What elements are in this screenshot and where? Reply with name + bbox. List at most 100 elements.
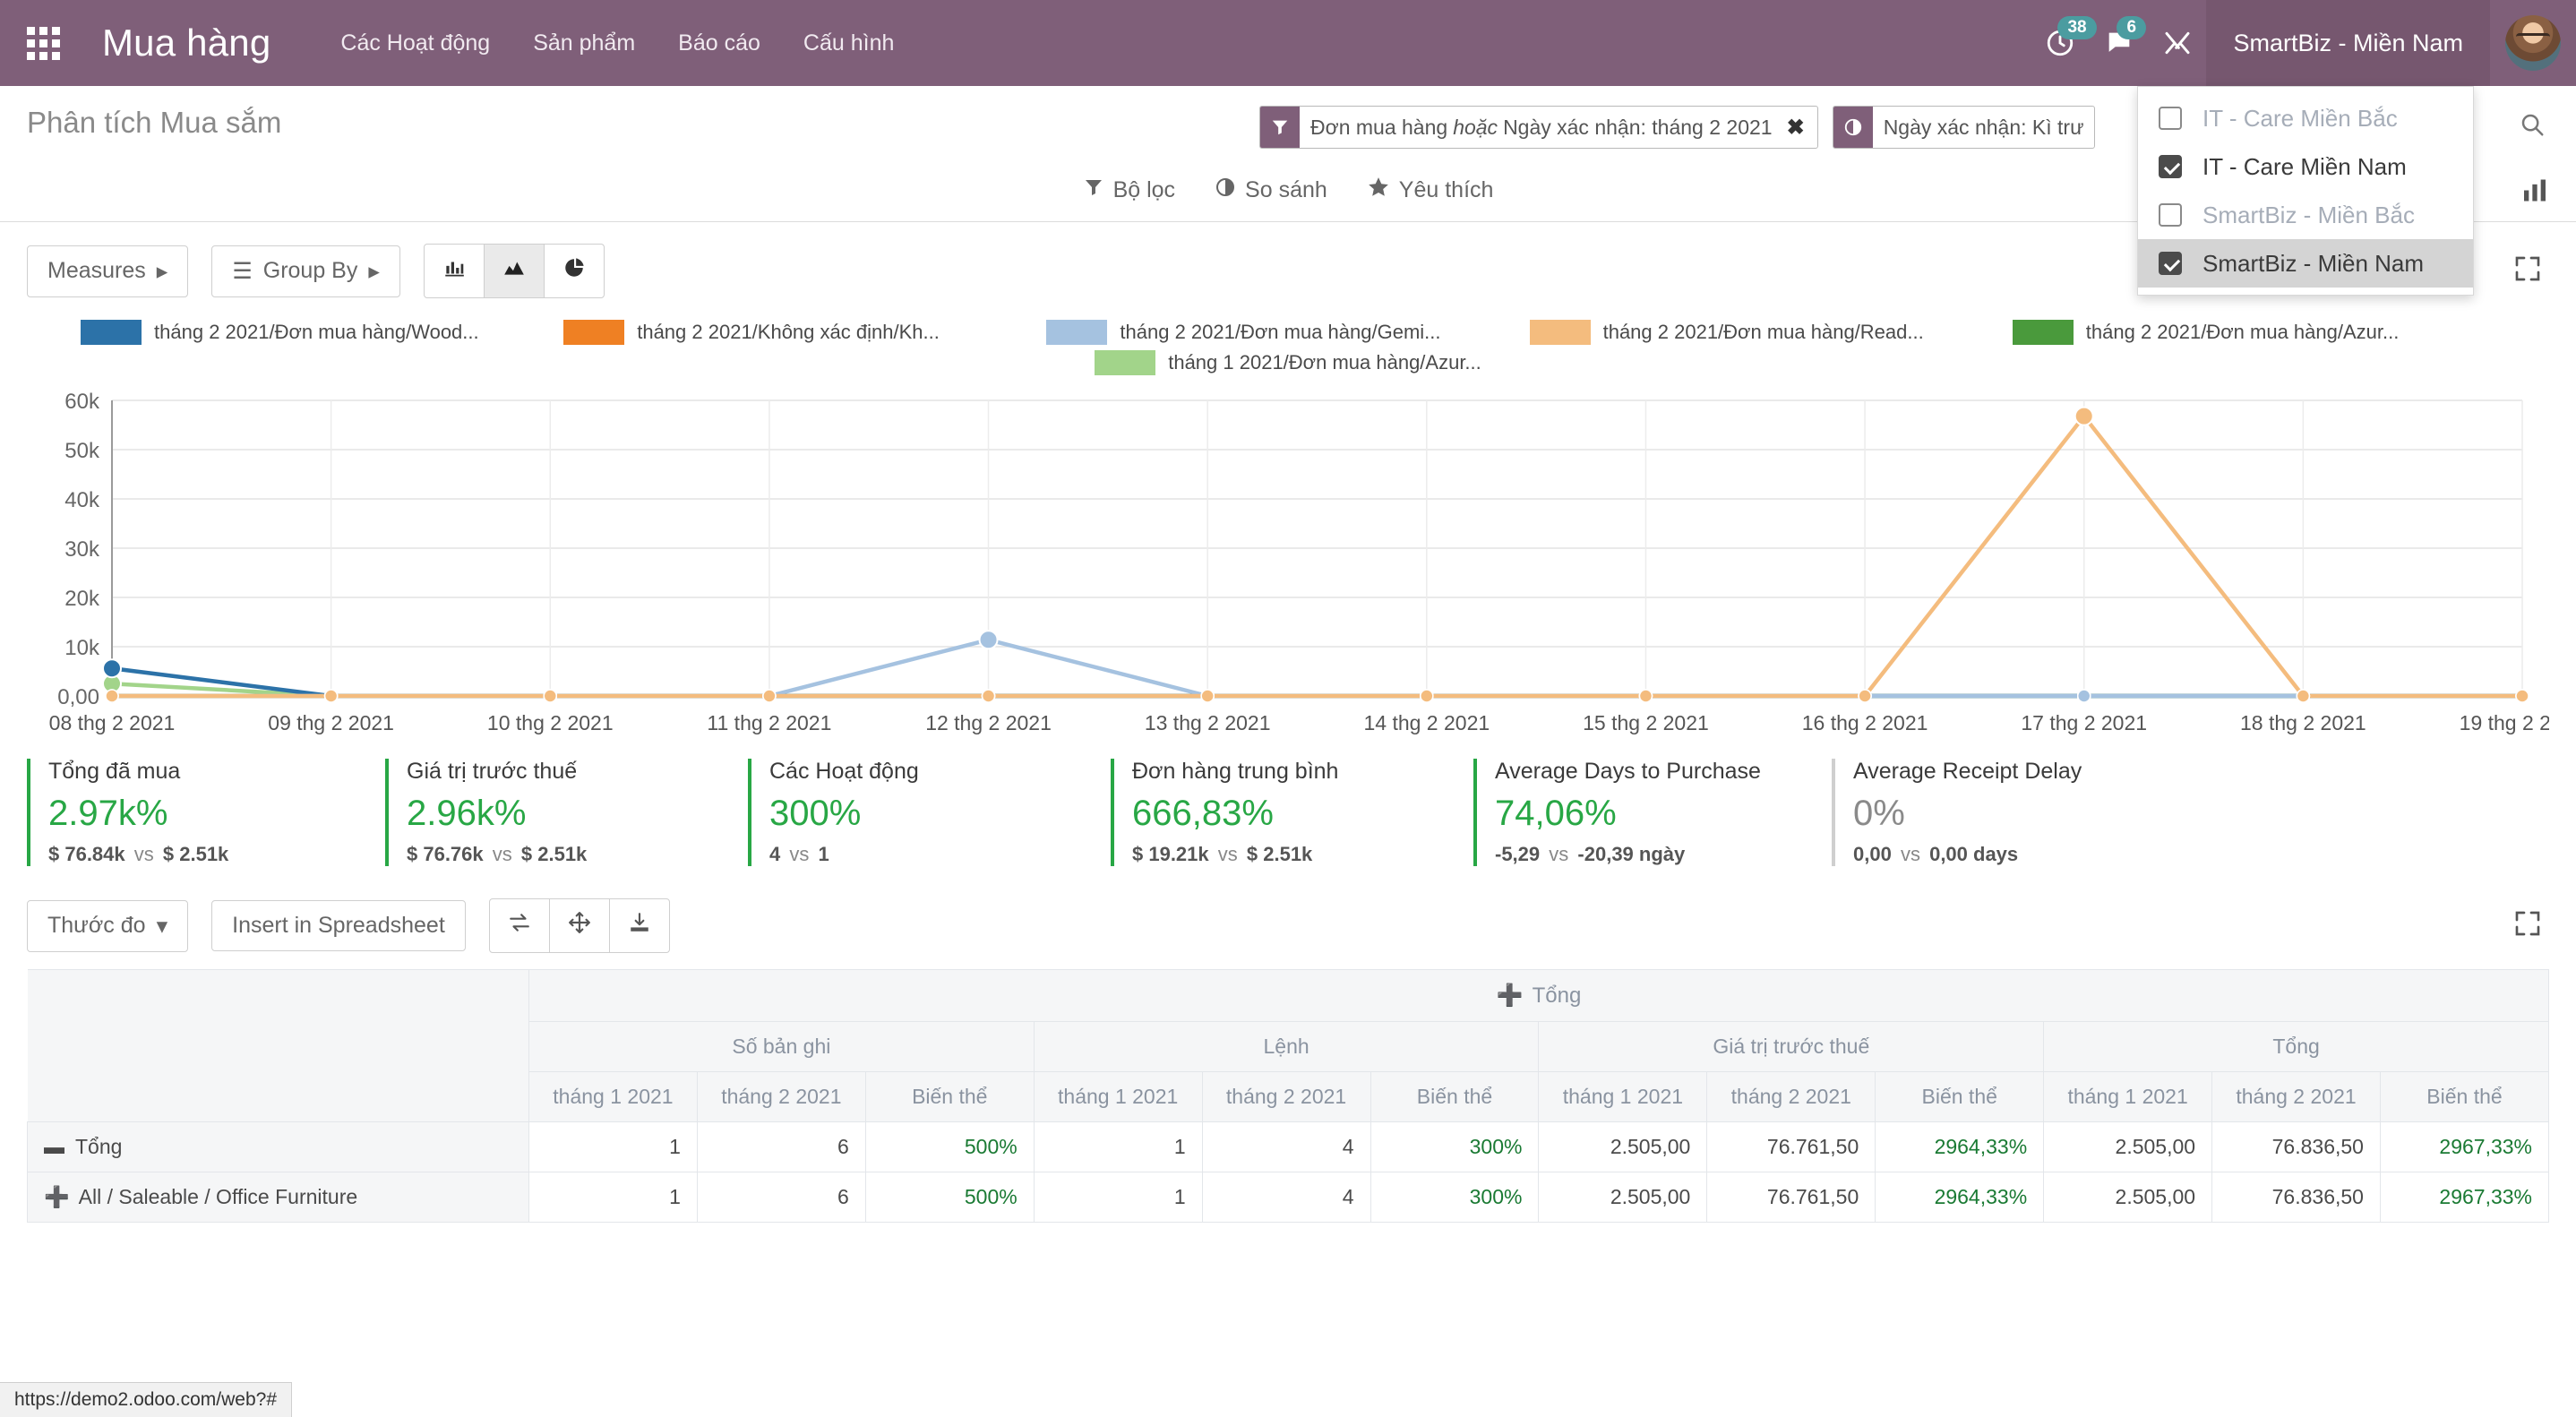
- legend-item[interactable]: tháng 2 2021/Không xác định/Kh...: [563, 320, 1046, 345]
- close-icon[interactable]: ✖: [1783, 107, 1817, 148]
- search-facet-comparison[interactable]: Ngày xác nhận: Kì trư: [1832, 106, 2096, 149]
- company-option-smartbiz-mien-bac[interactable]: SmartBiz - Miền Bắc: [2138, 191, 2473, 239]
- pivot-variation-header[interactable]: Biến thể: [864, 1071, 1035, 1122]
- view-switcher: [2520, 176, 2549, 209]
- company-checkbox[interactable]: [2138, 107, 2202, 130]
- table-row[interactable]: ▬ Tổng 1 6 500% 1 4 300% 2.505,00 76.761,…: [27, 1121, 2550, 1172]
- pivot-row-header-total[interactable]: ▬ Tổng: [27, 1121, 529, 1172]
- chart-canvas: 60k 50k 40k 30k 20k 10k 0,0008 thg 2 2021 09 th…: [49, 390, 2549, 734]
- fullscreen-graph-button[interactable]: [2506, 247, 2549, 295]
- kpi-current: $ 76.84k: [48, 843, 125, 865]
- pivot-variation-header[interactable]: Biến thể: [2379, 1071, 2550, 1122]
- menu-item-reporting[interactable]: Báo cáo: [657, 21, 782, 65]
- pivot-measures-dropdown-button[interactable]: Thước đo ▾: [27, 899, 189, 952]
- company-checkbox[interactable]: [2138, 155, 2202, 178]
- search-facet-filter[interactable]: Đơn mua hàng hoặc Ngày xác nhận: tháng 2…: [1259, 106, 1818, 149]
- table-row[interactable]: ➕ All / Saleable / Office Furniture 1 6 5…: [27, 1172, 2550, 1223]
- download-xls-button[interactable]: [608, 898, 670, 953]
- activities-button[interactable]: 38: [2031, 0, 2097, 86]
- pivot-measure-header-total[interactable]: Tổng: [2043, 1021, 2549, 1072]
- pivot-period-header[interactable]: tháng 2 2021: [2211, 1071, 2381, 1122]
- kpi-card-total-purchased[interactable]: Tổng đã mua 2.97k% $ 76.84k vs $ 2.51k: [27, 759, 385, 866]
- svg-text:11 thg 2 2021: 11 thg 2 2021: [707, 711, 831, 734]
- comparison-button[interactable]: So sánh: [1215, 176, 1327, 204]
- pivot-row-header-office-furniture[interactable]: ➕ All / Saleable / Office Furniture: [27, 1172, 529, 1223]
- pivot-cell-variation: 300%: [1370, 1121, 1540, 1172]
- checkbox-checked-icon: [2159, 155, 2182, 178]
- legend-item[interactable]: tháng 2 2021/Đơn mua hàng/Azur...: [2012, 320, 2495, 345]
- svg-text:10 thg 2 2021: 10 thg 2 2021: [487, 711, 614, 734]
- messages-button[interactable]: 6: [2090, 0, 2149, 86]
- pivot-col-total-header[interactable]: ➕ Tổng: [528, 969, 2549, 1022]
- search-icon[interactable]: [2503, 106, 2549, 142]
- bar-chart-button[interactable]: [423, 244, 485, 298]
- pivot-period-header[interactable]: tháng 1 2021: [528, 1071, 698, 1122]
- legend-label: tháng 2 2021/Đơn mua hàng/Gemi...: [1120, 321, 1441, 343]
- apps-grid-icon: [26, 26, 60, 60]
- pivot-variation-header[interactable]: Biến thể: [1370, 1071, 1540, 1122]
- user-menu-button[interactable]: [2490, 0, 2576, 86]
- svg-text:30k: 30k: [64, 537, 100, 562]
- apps-menu-button[interactable]: [0, 0, 86, 86]
- company-option-it-care-mien-bac[interactable]: IT - Care Miền Bắc: [2138, 94, 2473, 142]
- flip-axis-button[interactable]: [488, 898, 550, 953]
- fullscreen-pivot-button[interactable]: [2506, 902, 2549, 949]
- company-option-smartbiz-mien-nam[interactable]: SmartBiz - Miền Nam: [2138, 239, 2473, 288]
- line-chart-icon: [502, 256, 526, 286]
- pivot-cell: 2.505,00: [1538, 1172, 1708, 1223]
- kpi-card-activities[interactable]: Các Hoạt động 300% 4 vs 1: [748, 759, 1111, 866]
- main-menu: Các Hoạt động Sản phẩm Báo cáo Cấu hình: [319, 21, 915, 65]
- app-brand-title[interactable]: Mua hàng: [102, 21, 270, 64]
- pie-chart-button[interactable]: [543, 244, 605, 298]
- kpi-subtext: -5,29 vs -20,39 ngày: [1495, 843, 1812, 866]
- insert-label: Insert in Spreadsheet: [232, 913, 445, 938]
- filter-icon: [1083, 176, 1104, 204]
- menu-item-products[interactable]: Sản phẩm: [511, 21, 657, 65]
- kpi-card-average-days-to-purchase[interactable]: Average Days to Purchase 74,06% -5,29 vs…: [1473, 759, 1832, 866]
- legend-item[interactable]: tháng 2 2021/Đơn mua hàng/Read...: [1529, 320, 2013, 345]
- legend-item[interactable]: tháng 2 2021/Đơn mua hàng/Wood...: [81, 320, 563, 345]
- kpi-value: 0%: [1853, 794, 1905, 833]
- pivot-variation-header[interactable]: Biến thể: [1875, 1071, 2045, 1122]
- pivot-period-header[interactable]: tháng 2 2021: [1201, 1071, 1371, 1122]
- company-option-it-care-mien-nam[interactable]: IT - Care Miền Nam: [2138, 142, 2473, 191]
- measures-dropdown-button[interactable]: Measures ▸: [27, 245, 189, 297]
- company-checkbox[interactable]: [2138, 203, 2202, 227]
- line-chart-button[interactable]: [483, 244, 545, 298]
- insert-in-spreadsheet-button[interactable]: Insert in Spreadsheet: [211, 900, 466, 951]
- pivot-period-header[interactable]: tháng 2 2021: [696, 1071, 866, 1122]
- kpi-current: 4: [769, 843, 781, 865]
- menu-item-configuration[interactable]: Cấu hình: [782, 21, 915, 65]
- group-by-dropdown-button[interactable]: ☰ Group By ▸: [211, 245, 400, 297]
- expand-all-button[interactable]: [548, 898, 610, 953]
- legend-item[interactable]: tháng 1 2021/Đơn mua hàng/Azur...: [1095, 350, 1481, 375]
- chevron-down-icon: ▾: [156, 913, 168, 939]
- pivot-period-header[interactable]: tháng 1 2021: [1538, 1071, 1708, 1122]
- company-checkbox[interactable]: [2138, 252, 2202, 275]
- line-chart[interactable]: 60k 50k 40k 30k 20k 10k 0,00 08 thg 2 2021 09 th…: [27, 384, 2549, 743]
- favorites-button[interactable]: Yêu thích: [1367, 176, 1493, 205]
- kpi-card-untaxed-amount[interactable]: Giá trị trước thuế 2.96k% $ 76.76k vs $ …: [385, 759, 748, 866]
- pivot-period-header[interactable]: tháng 1 2021: [1033, 1071, 1203, 1122]
- kpi-previous: -20,39 ngày: [1577, 843, 1686, 865]
- pivot-period-header[interactable]: tháng 1 2021: [2043, 1071, 2213, 1122]
- pivot-row-label: Tổng: [75, 1135, 123, 1158]
- company-switcher-button[interactable]: SmartBiz - Miền Nam: [2206, 0, 2490, 86]
- menu-item-activities[interactable]: Các Hoạt động: [319, 21, 511, 65]
- legend-item[interactable]: tháng 2 2021/Đơn mua hàng/Gemi...: [1046, 320, 1529, 345]
- kpi-previous: 1: [818, 843, 829, 865]
- filters-button[interactable]: Bộ lọc: [1083, 176, 1175, 204]
- pivot-period-header[interactable]: tháng 2 2021: [1706, 1071, 1876, 1122]
- pivot-measure-header-untaxed[interactable]: Giá trị trước thuế: [1538, 1021, 2045, 1072]
- svg-text:12 thg 2 2021: 12 thg 2 2021: [925, 711, 1052, 734]
- pivot-measure-header-orders[interactable]: Lệnh: [1033, 1021, 1540, 1072]
- debug-menu-button[interactable]: [2149, 0, 2206, 86]
- pivot-cell: 4: [1201, 1121, 1371, 1172]
- kpi-card-average-receipt-delay[interactable]: Average Receipt Delay 0% 0,00 vs 0,00 da…: [1832, 759, 2101, 866]
- pivot-measure-header-count[interactable]: Số bản ghi: [528, 1021, 1035, 1072]
- facet-operator: hoặc: [1453, 115, 1498, 139]
- kpi-value: 74,06%: [1495, 794, 1617, 833]
- bar-chart-view-icon[interactable]: [2520, 176, 2549, 209]
- kpi-card-average-order[interactable]: Đơn hàng trung bình 666,83% $ 19.21k vs …: [1111, 759, 1473, 866]
- kpi-previous: $ 2.51k: [520, 843, 588, 865]
